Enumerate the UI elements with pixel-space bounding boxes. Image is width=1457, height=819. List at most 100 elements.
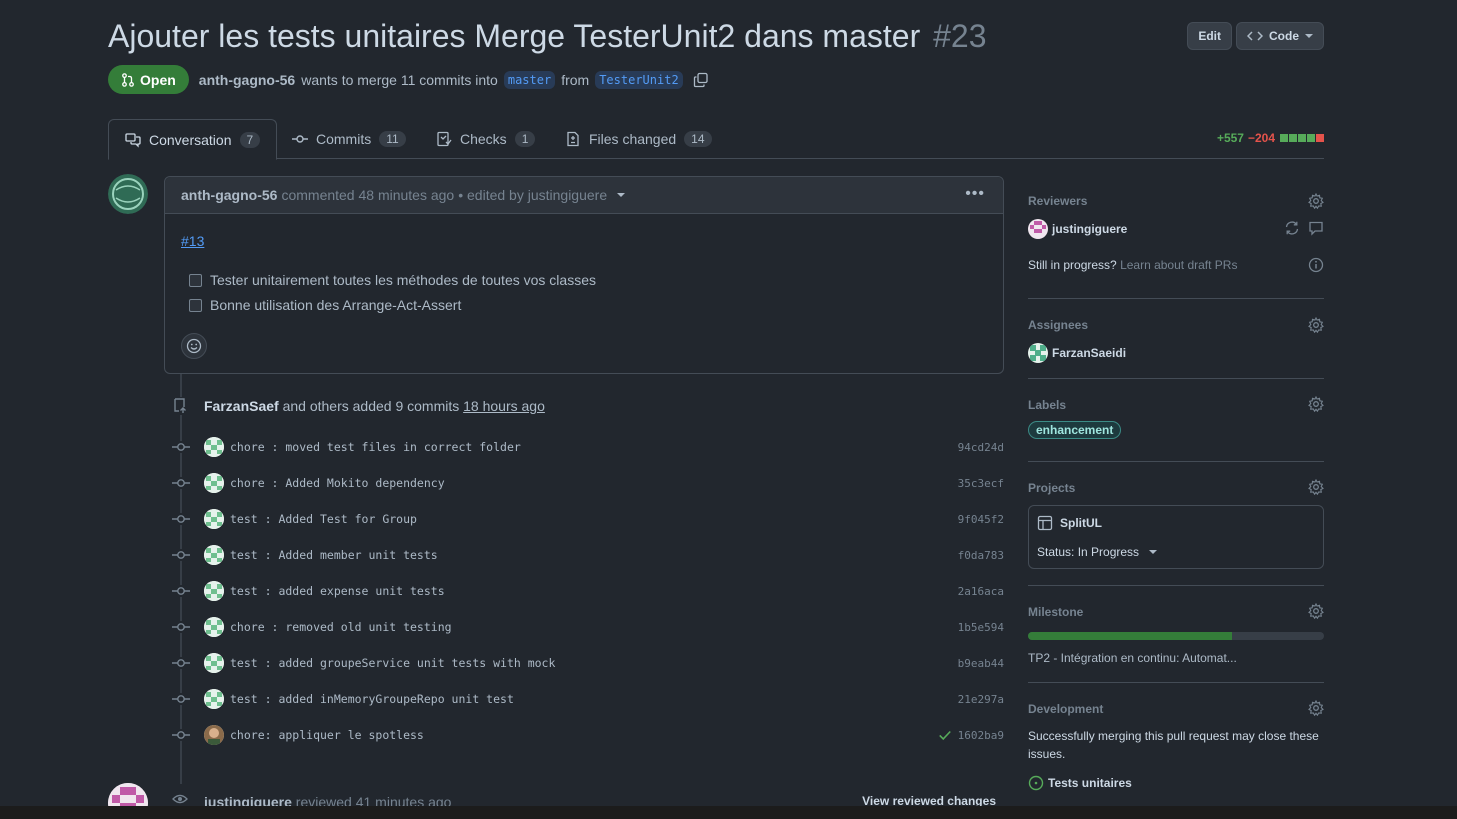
diffstat: +557 −204 xyxy=(1217,131,1324,145)
draft-link[interactable]: Learn about draft PRs xyxy=(1120,258,1237,272)
commit-message[interactable]: chore : moved test files in correct fold… xyxy=(230,440,521,454)
avatar[interactable] xyxy=(204,473,224,493)
push-author-link[interactable]: FarzanSaef xyxy=(204,398,279,414)
commit-message[interactable]: test : added groupeService unit tests wi… xyxy=(230,656,555,670)
code-button[interactable]: Code xyxy=(1236,22,1324,50)
gear-icon[interactable] xyxy=(1308,479,1324,495)
add-reaction-button[interactable] xyxy=(181,333,207,359)
commit-row: test : added expense unit tests 2a16aca xyxy=(170,580,1004,602)
commit-sha[interactable]: 35c3ecf xyxy=(958,477,1004,490)
commit-icon xyxy=(170,621,192,633)
tab-files-changed[interactable]: Files changed 14 xyxy=(549,119,728,159)
label-enhancement[interactable]: enhancement xyxy=(1028,421,1122,439)
avatar[interactable] xyxy=(204,545,224,565)
section-title[interactable]: Labels xyxy=(1028,398,1066,412)
avatar[interactable] xyxy=(204,689,224,709)
commit-row: test : added groupeService unit tests wi… xyxy=(170,652,1004,674)
commit-message[interactable]: test : Added member unit tests xyxy=(230,548,438,562)
task-label: Tester unitairement toutes les méthodes … xyxy=(210,272,596,288)
check-icon[interactable] xyxy=(938,728,952,742)
pr-author-link[interactable]: anth-gagno-56 xyxy=(199,72,295,88)
commit-row: test : Added Test for Group 9f045f2 xyxy=(170,508,1004,530)
task-checkbox[interactable] xyxy=(189,298,202,312)
draft-question: Still in progress? xyxy=(1028,258,1117,272)
commit-sha[interactable]: 1b5e594 xyxy=(958,621,1004,634)
gear-icon[interactable] xyxy=(1308,603,1324,619)
sync-icon[interactable] xyxy=(1284,220,1300,236)
base-branch[interactable]: master xyxy=(503,70,556,89)
section-title[interactable]: Reviewers xyxy=(1028,194,1087,208)
tab-conversation[interactable]: Conversation 7 xyxy=(108,119,278,160)
edit-button[interactable]: Edit xyxy=(1187,22,1232,50)
copy-icon[interactable] xyxy=(693,72,709,88)
push-time-link[interactable]: 18 hours ago xyxy=(463,398,545,414)
code-icon xyxy=(1247,31,1263,41)
assignee-item[interactable]: FarzanSaeidi xyxy=(1028,343,1126,363)
head-branch[interactable]: TesterUnit2 xyxy=(595,70,683,89)
gear-icon[interactable] xyxy=(1308,396,1324,412)
edited-by[interactable]: • edited by justingiguere xyxy=(458,187,607,203)
commit-sha-wrap: 21e297a xyxy=(958,693,1004,706)
avatar[interactable] xyxy=(204,581,224,601)
reviewer-name: justingiguere xyxy=(1052,222,1128,236)
commit-sha[interactable]: f0da783 xyxy=(958,549,1004,562)
reviewer-item[interactable]: justingiguere xyxy=(1028,219,1127,239)
commit-sha-wrap: 1602ba9 xyxy=(938,728,1004,742)
deletions-count: −204 xyxy=(1247,131,1275,145)
tab-counter: 14 xyxy=(684,131,712,147)
chevron-down-icon[interactable] xyxy=(617,193,626,197)
commit-sha[interactable]: 9f045f2 xyxy=(958,513,1004,526)
project-name-row[interactable]: SplitUL xyxy=(1037,515,1102,531)
info-icon[interactable] xyxy=(1308,257,1324,273)
commit-sha-wrap: 1b5e594 xyxy=(958,621,1004,634)
avatar[interactable] xyxy=(204,509,224,529)
issue-link[interactable]: #13 xyxy=(181,233,204,249)
commit-sha[interactable]: 2a16aca xyxy=(958,585,1004,598)
commit-sha[interactable]: 94cd24d xyxy=(958,441,1004,454)
linked-issue[interactable]: Tests unitaires xyxy=(1028,775,1132,791)
commit-icon xyxy=(170,585,192,597)
commit-sha-wrap: 35c3ecf xyxy=(958,477,1004,490)
kebab-horizontal-icon[interactable]: ••• xyxy=(965,185,985,203)
comment-icon[interactable] xyxy=(1308,220,1324,236)
task-checkbox[interactable] xyxy=(189,273,202,287)
section-title[interactable]: Development xyxy=(1028,702,1103,716)
commit-sha[interactable]: b9eab44 xyxy=(958,657,1004,670)
commit-message[interactable]: test : added expense unit tests xyxy=(230,584,445,598)
commit-sha[interactable]: 21e297a xyxy=(958,693,1004,706)
milestone-name[interactable]: TP2 - Intégration en continu: Automat... xyxy=(1028,651,1237,665)
repo-push-icon xyxy=(172,397,190,415)
progress-fill xyxy=(1028,632,1233,640)
tab-checks[interactable]: Checks 1 xyxy=(420,119,551,159)
gear-icon[interactable] xyxy=(1308,317,1324,333)
additions-count: +557 xyxy=(1216,131,1244,145)
commit-icon xyxy=(170,729,192,741)
commit-message[interactable]: test : added inMemoryGroupeRepo unit tes… xyxy=(230,692,514,706)
avatar[interactable] xyxy=(204,437,224,457)
gear-icon[interactable] xyxy=(1308,700,1324,716)
section-title[interactable]: Projects xyxy=(1028,481,1075,495)
avatar[interactable] xyxy=(204,653,224,673)
tab-commits[interactable]: Commits 11 xyxy=(276,119,422,159)
section-title[interactable]: Milestone xyxy=(1028,605,1083,619)
state-badge: Open xyxy=(108,65,189,94)
comment-author-link[interactable]: anth-gagno-56 xyxy=(181,187,277,203)
commit-sha[interactable]: 1602ba9 xyxy=(958,729,1004,742)
project-status-dropdown[interactable]: Status: In Progress xyxy=(1037,545,1158,559)
comment-discussion-icon xyxy=(125,132,141,148)
commit-message[interactable]: chore : removed old unit testing xyxy=(230,620,452,634)
section-title[interactable]: Assignees xyxy=(1028,318,1088,332)
author-avatar[interactable] xyxy=(108,174,148,214)
commit-message[interactable]: test : Added Test for Group xyxy=(230,512,417,526)
commit-icon xyxy=(170,549,192,561)
state-label: Open xyxy=(140,71,176,88)
avatar xyxy=(1028,219,1048,239)
commit-message[interactable]: chore: appliquer le spotless xyxy=(230,728,424,742)
project-name: SplitUL xyxy=(1060,516,1102,530)
commit-message[interactable]: chore : Added Mokito dependency xyxy=(230,476,445,490)
avatar[interactable] xyxy=(204,725,224,745)
avatar[interactable] xyxy=(204,617,224,637)
commit-icon xyxy=(170,441,192,453)
gear-icon[interactable] xyxy=(1308,193,1324,209)
commit-row: test : Added member unit tests f0da783 xyxy=(170,544,1004,566)
